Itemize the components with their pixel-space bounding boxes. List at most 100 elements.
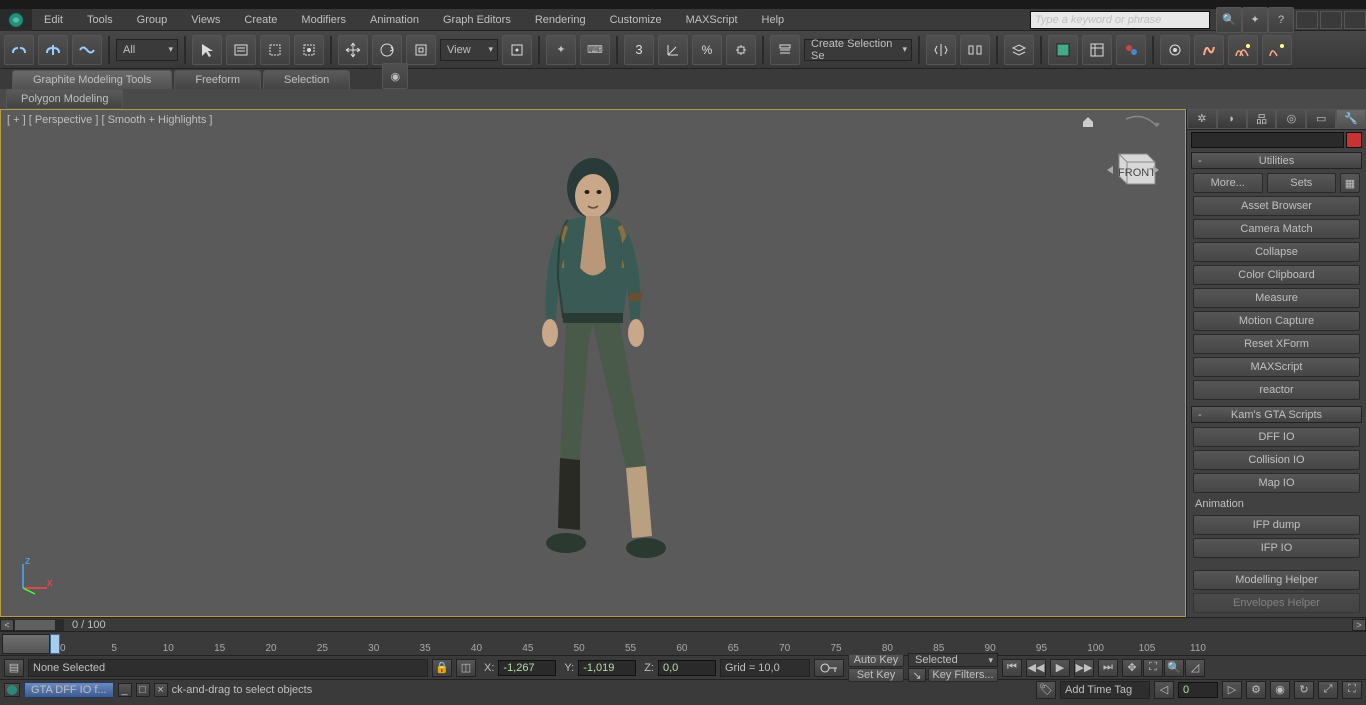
selection-filter-dropdown[interactable]: All	[116, 39, 178, 61]
rollout-utilities[interactable]: -Utilities	[1191, 152, 1362, 169]
menu-create[interactable]: Create	[232, 11, 289, 29]
maximize-button[interactable]	[1320, 11, 1342, 29]
app-menu-button[interactable]	[0, 9, 32, 31]
polygon-modeling-panel[interactable]: Polygon Modeling	[6, 89, 123, 109]
nav-orbit-icon[interactable]: ↻	[1294, 681, 1314, 699]
help-button[interactable]: ?	[1268, 7, 1294, 33]
add-time-tag[interactable]: Add Time Tag	[1060, 681, 1150, 699]
dff-io-button[interactable]: DFF IO	[1193, 427, 1360, 447]
menu-help[interactable]: Help	[750, 11, 797, 29]
comm-center-button[interactable]: ✦	[1242, 7, 1268, 33]
track-bar-scroll[interactable]: < 0 / 100 >	[0, 617, 1366, 631]
layer-manager-icon[interactable]	[1004, 35, 1034, 65]
pan-view-icon[interactable]: ✥	[1122, 659, 1142, 677]
key-filters-button[interactable]: Key Filters...	[928, 668, 998, 682]
reset-xform-button[interactable]: Reset XForm	[1193, 334, 1360, 354]
nav-dolly-icon[interactable]: ⤢	[1318, 681, 1338, 699]
move-icon[interactable]	[338, 35, 368, 65]
angle-snap-icon[interactable]	[658, 35, 688, 65]
lock-selection-icon[interactable]: 🔒	[432, 659, 452, 677]
time-slider-toggle[interactable]	[2, 634, 50, 654]
prev-key-icon[interactable]: ◁	[1154, 681, 1174, 699]
motion-capture-button[interactable]: Motion Capture	[1193, 311, 1360, 331]
reactor-button[interactable]: reactor	[1193, 380, 1360, 400]
unlink-icon[interactable]	[38, 35, 68, 65]
display-tab-icon[interactable]: ▭	[1306, 109, 1336, 129]
set-key-button[interactable]: Set Key	[848, 668, 904, 682]
menu-animation[interactable]: Animation	[358, 11, 431, 29]
collapse-button[interactable]: Collapse	[1193, 242, 1360, 262]
map-io-button[interactable]: Map IO	[1193, 473, 1360, 493]
isolate-icon[interactable]: ◫	[456, 659, 476, 677]
home-icon[interactable]	[1081, 114, 1095, 128]
config-button-icon[interactable]: ▦	[1340, 173, 1360, 193]
spinner-snap-icon[interactable]	[726, 35, 756, 65]
create-tab-icon[interactable]: ✲	[1187, 109, 1217, 129]
ribbon-options-icon[interactable]: ◉	[382, 63, 408, 89]
x-coord-input[interactable]	[498, 660, 556, 676]
color-clipboard-button[interactable]: Color Clipboard	[1193, 265, 1360, 285]
modelling-helper-button[interactable]: Modelling Helper	[1193, 570, 1360, 590]
rendered-frame-icon[interactable]	[1194, 35, 1224, 65]
script-window-button[interactable]: GTA DFF IO f...	[24, 682, 114, 698]
window-crossing-icon[interactable]	[294, 35, 324, 65]
keyboard-shortcut-icon[interactable]: ⌨	[580, 35, 610, 65]
collision-io-button[interactable]: Collision IO	[1193, 450, 1360, 470]
scroll-right-icon[interactable]: >	[1352, 619, 1366, 631]
z-coord-input[interactable]	[658, 660, 716, 676]
camera-match-button[interactable]: Camera Match	[1193, 219, 1360, 239]
time-slider-head[interactable]	[50, 634, 60, 654]
more-button[interactable]: More...	[1193, 173, 1263, 193]
y-coord-input[interactable]	[578, 660, 636, 676]
rotate-icon[interactable]	[372, 35, 402, 65]
nav-maximize-icon[interactable]: ⛶	[1342, 681, 1362, 699]
align-icon[interactable]	[960, 35, 990, 65]
fov-icon[interactable]: ◿	[1185, 659, 1205, 677]
minimize-button[interactable]	[1296, 11, 1318, 29]
curve-editor-icon[interactable]	[1048, 35, 1078, 65]
link-icon[interactable]	[4, 35, 34, 65]
select-by-name-icon[interactable]	[226, 35, 256, 65]
menu-group[interactable]: Group	[125, 11, 180, 29]
menu-edit[interactable]: Edit	[32, 11, 75, 29]
menu-maxscript[interactable]: MAXScript	[674, 11, 750, 29]
zoom-icon[interactable]: 🔍	[1164, 659, 1184, 677]
render-production-icon[interactable]	[1228, 35, 1258, 65]
motion-tab-icon[interactable]: ◎	[1276, 109, 1306, 129]
key-filter-dropdown[interactable]: Selected	[908, 653, 998, 667]
task-min-icon[interactable]: _	[118, 683, 132, 697]
zoom-extents-icon[interactable]: ⛶	[1143, 659, 1163, 677]
envelopes-helper-button[interactable]: Envelopes Helper	[1193, 593, 1360, 613]
scroll-left-icon[interactable]: <	[0, 619, 14, 631]
play-icon[interactable]: ▶	[1050, 659, 1070, 677]
menu-modifiers[interactable]: Modifiers	[289, 11, 358, 29]
tab-selection[interactable]: Selection	[263, 70, 350, 89]
modify-tab-icon[interactable]: ◗	[1217, 109, 1247, 129]
render-iterative-icon[interactable]	[1262, 35, 1292, 65]
snap-3d-icon[interactable]: 3	[624, 35, 654, 65]
task-max-icon[interactable]: □	[136, 683, 150, 697]
character-model[interactable]	[508, 148, 678, 578]
material-editor-icon[interactable]	[1116, 35, 1146, 65]
menu-customize[interactable]: Customize	[598, 11, 674, 29]
ref-coord-dropdown[interactable]: View	[440, 39, 498, 61]
goto-start-icon[interactable]: ⏮	[1002, 659, 1022, 677]
render-setup-icon[interactable]	[1160, 35, 1190, 65]
next-key-icon[interactable]: ▷	[1222, 681, 1242, 699]
task-close-icon[interactable]: ×	[154, 683, 168, 697]
goto-end-icon[interactable]: ⏭	[1098, 659, 1118, 677]
select-object-icon[interactable]	[192, 35, 222, 65]
hierarchy-tab-icon[interactable]: 品	[1247, 109, 1277, 129]
viewport-label[interactable]: [ + ] [ Perspective ] [ Smooth + Highlig…	[7, 114, 212, 126]
current-frame-input[interactable]	[1178, 682, 1218, 698]
ifp-dump-button[interactable]: IFP dump	[1193, 515, 1360, 535]
viewport[interactable]: [ + ] [ Perspective ] [ Smooth + Highlig…	[0, 109, 1186, 617]
key-mode-icon[interactable]	[814, 659, 844, 677]
utilities-tab-icon[interactable]: 🔧	[1336, 109, 1366, 129]
named-selset-dropdown[interactable]: Create Selection Se	[804, 39, 912, 61]
prev-frame-icon[interactable]: ◀◀	[1026, 659, 1046, 677]
menu-graph-editors[interactable]: Graph Editors	[431, 11, 523, 29]
scroll-thumb[interactable]	[15, 620, 55, 630]
select-region-icon[interactable]	[260, 35, 290, 65]
ifp-io-button[interactable]: IFP IO	[1193, 538, 1360, 558]
